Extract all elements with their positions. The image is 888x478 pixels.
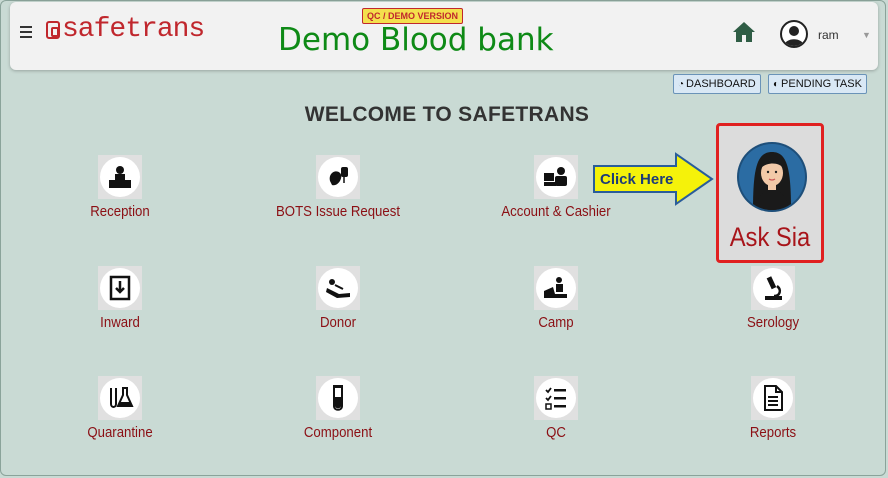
document-icon [753,378,793,418]
dashboard-gauge-icon: ◔ [678,78,685,90]
blood-bag-icon [318,157,358,197]
tile-reception[interactable]: Reception [40,155,200,220]
tile-label: Donor [320,314,356,331]
tile-donor[interactable]: Donor [258,266,418,331]
tile-label: Quarantine [87,424,153,441]
tile-inward[interactable]: Inward [40,266,200,331]
tile-label: Reports [749,424,797,441]
pending-task-button-label: PENDING TASK [781,78,862,90]
tile-bots-issue-request[interactable]: BOTS Issue Request [258,155,418,220]
logo-mark-icon [46,21,60,39]
test-tube-icon [318,378,358,418]
tile-label: BOTS Issue Request [276,203,400,220]
dashboard-button[interactable]: ◔ DASHBOARD [673,74,761,94]
logo-text: safetrans [62,14,205,45]
dashboard-button-label: DASHBOARD [686,78,756,90]
flask-icon [100,378,140,418]
tile-label: Inward [100,314,140,331]
user-avatar[interactable] [780,20,808,48]
pending-task-icon: ◐ [773,78,780,90]
tile-label: QC [546,424,566,441]
ask-sia-button[interactable]: Ask Sia [716,123,824,263]
menu-icon[interactable] [20,26,32,38]
tile-qc[interactable]: QC [476,376,636,441]
pending-task-button[interactable]: ◐ PENDING TASK [768,74,867,94]
tile-label: Reception [90,203,150,220]
camp-icon [536,268,576,308]
tile-reports[interactable]: Reports [693,376,853,441]
tile-component[interactable]: Component [258,376,418,441]
user-dropdown-caret-icon[interactable]: ▼ [862,30,871,40]
cashier-icon [536,157,576,197]
page-title: Demo Blood bank [278,22,554,58]
microscope-icon [753,268,793,308]
tile-label: Camp [538,314,574,331]
checklist-icon [536,378,576,418]
tile-serology[interactable]: Serology [693,266,853,331]
user-name[interactable]: ram [818,28,839,42]
top-header: safetrans QC / DEMO VERSION Demo Blood b… [10,2,878,70]
click-here-arrow: Click Here [592,152,716,211]
tile-camp[interactable]: Camp [476,266,636,331]
home-icon[interactable] [732,21,756,48]
inward-icon [100,268,140,308]
safetrans-logo[interactable]: safetrans [46,14,205,45]
tile-label: Serology [746,314,800,331]
ask-sia-label: Ask Sia [729,222,811,252]
sia-avatar-icon [739,144,805,210]
tile-quarantine[interactable]: Quarantine [40,376,200,441]
donor-icon [318,268,358,308]
click-here-text: Click Here [600,171,673,188]
tile-label: Component [303,424,373,441]
reception-icon [100,157,140,197]
